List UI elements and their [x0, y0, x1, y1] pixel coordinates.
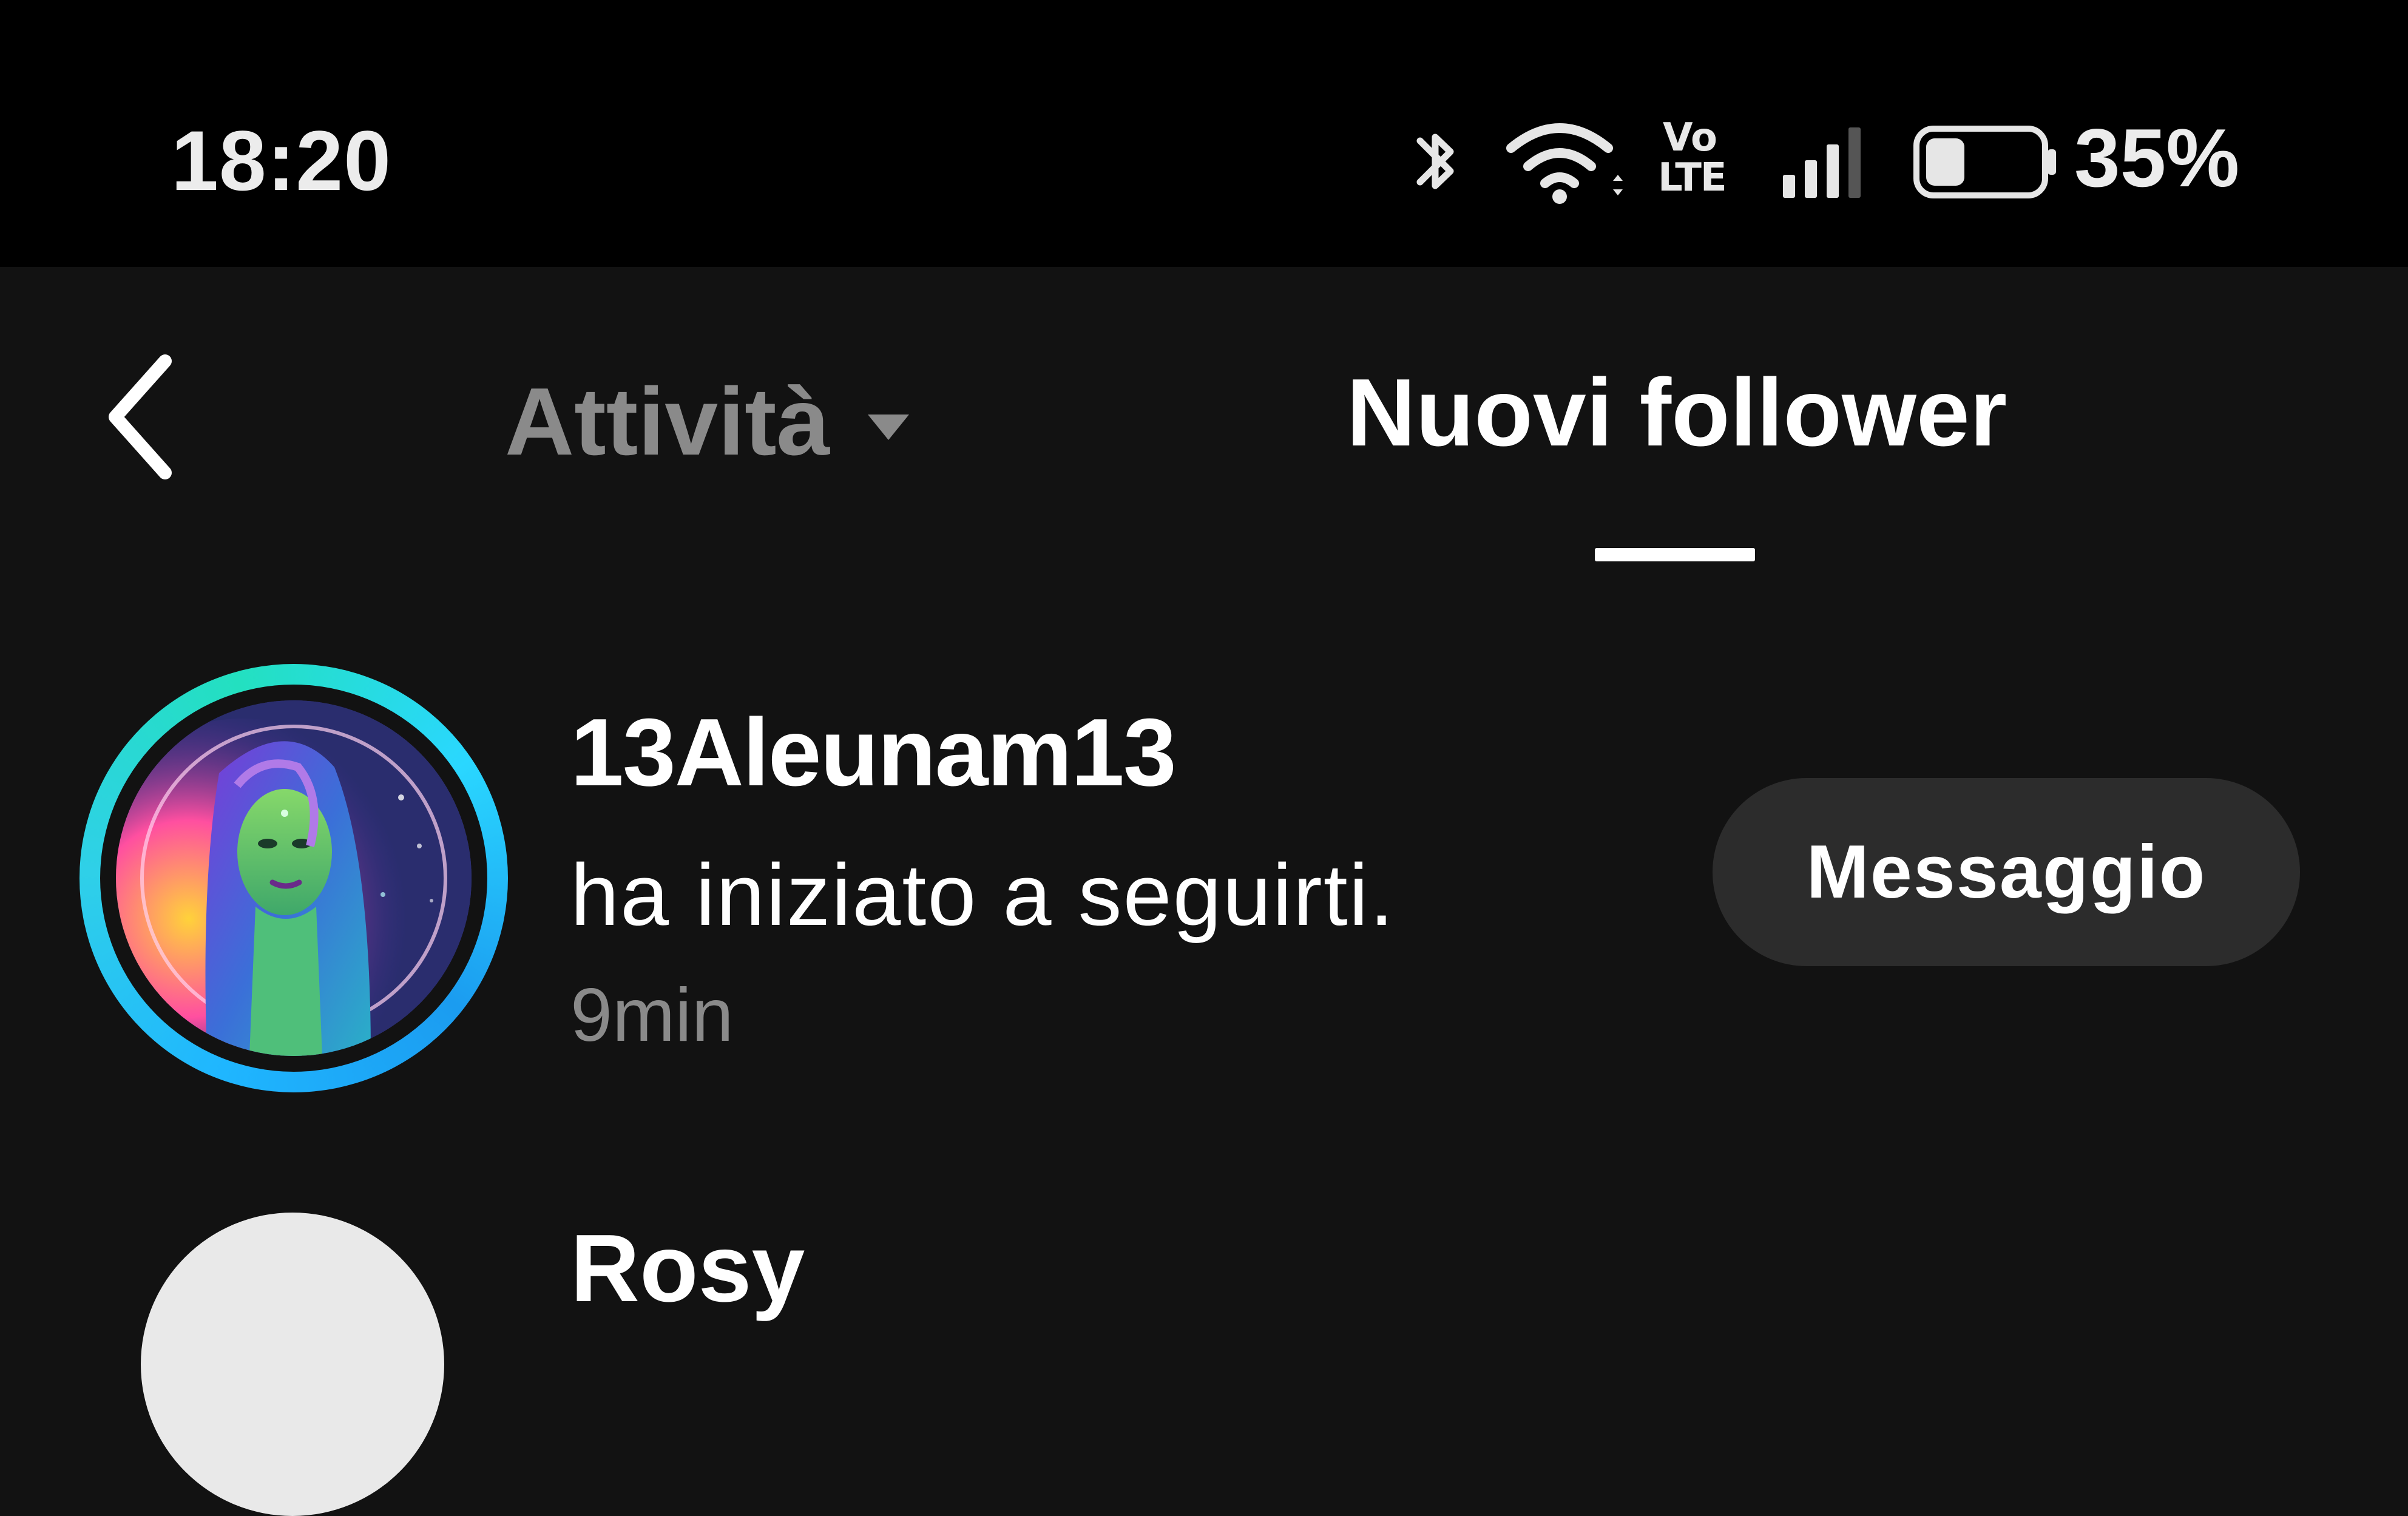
- status-time: 18:20: [171, 113, 392, 208]
- avatar[interactable]: [141, 1213, 444, 1516]
- volte-bottom-text: LTE: [1658, 155, 1727, 200]
- follower-username[interactable]: Rosy: [570, 1214, 805, 1323]
- status-bar: 18:20 Vo LTE 35%: [0, 0, 2408, 267]
- caret-down-icon: [864, 408, 913, 448]
- back-button[interactable]: [97, 349, 182, 489]
- battery-icon: [1913, 125, 2058, 202]
- signal-icon: [1778, 119, 1869, 207]
- tab-activity-label: Attività: [505, 368, 830, 475]
- follower-time-ago: 9min: [570, 973, 734, 1057]
- volte-icon: Vo LTE: [1658, 118, 1743, 203]
- tab-new-followers[interactable]: Nuovi follower: [1327, 358, 2027, 467]
- tab-new-followers-label: Nuovi follower: [1346, 359, 2007, 466]
- avatar: [116, 700, 472, 1056]
- avatar-story-ring[interactable]: [79, 664, 508, 1092]
- follower-action-text: ha iniziato a seguirti.: [570, 846, 1395, 944]
- chevron-left-icon: [109, 354, 172, 479]
- bluetooth-icon: [1408, 120, 1463, 206]
- tab-activity[interactable]: Attività: [505, 367, 913, 476]
- message-button[interactable]: Messaggio: [1713, 778, 2300, 966]
- active-tab-indicator: [1595, 548, 1755, 561]
- follower-username[interactable]: 13Aleunam13: [570, 698, 1177, 807]
- volte-top-text: Vo: [1663, 115, 1717, 160]
- wifi-icon: [1505, 121, 1626, 209]
- battery-percent: 35%: [2074, 112, 2240, 204]
